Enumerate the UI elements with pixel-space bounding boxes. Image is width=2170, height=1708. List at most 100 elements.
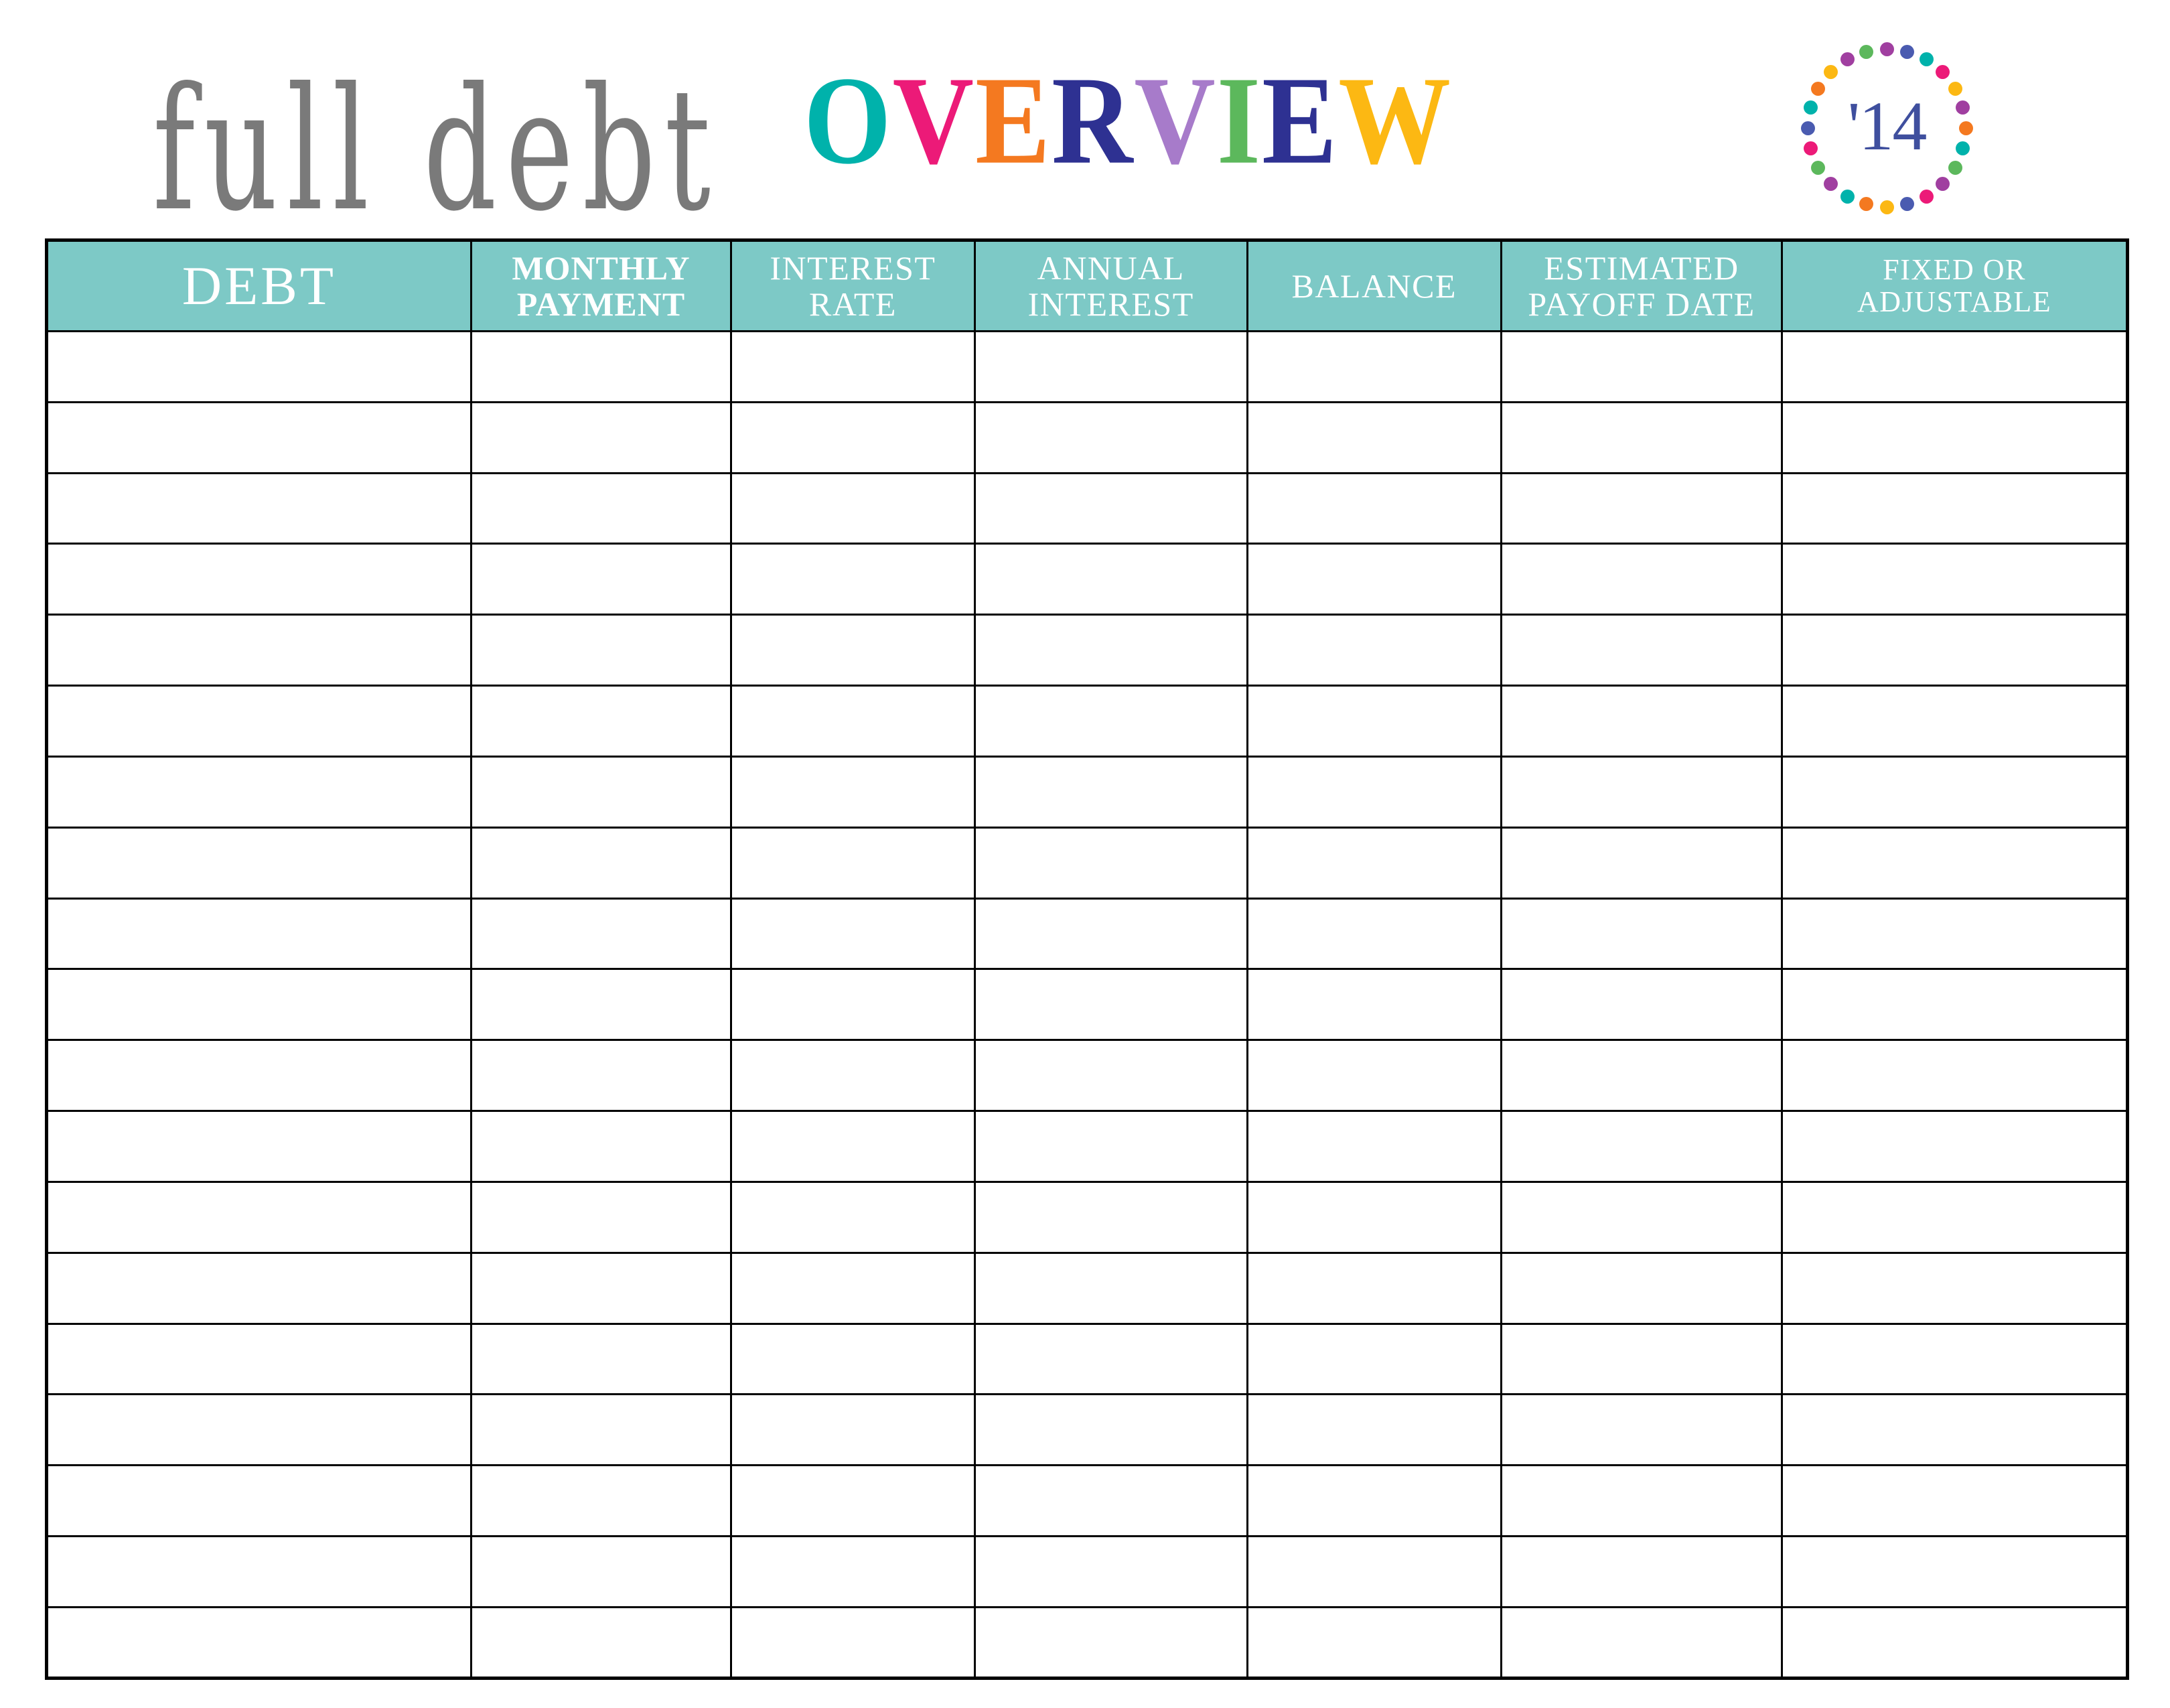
cell-annual[interactable] [973, 543, 1248, 616]
cell-monthly[interactable] [469, 614, 733, 687]
cell-balance[interactable] [1246, 1535, 1502, 1608]
cell-monthly[interactable] [469, 968, 733, 1042]
cell-annual[interactable] [973, 1535, 1248, 1608]
cell-rate[interactable] [730, 685, 976, 758]
cell-monthly[interactable] [469, 1180, 733, 1254]
cell-annual[interactable] [973, 1393, 1248, 1467]
cell-debt[interactable] [46, 1110, 472, 1183]
cell-payoff[interactable] [1500, 826, 1784, 900]
cell-debt[interactable] [46, 1606, 472, 1680]
cell-annual[interactable] [973, 330, 1248, 403]
cell-balance[interactable] [1246, 401, 1502, 474]
cell-annual[interactable] [973, 1251, 1248, 1325]
cell-balance[interactable] [1246, 968, 1502, 1042]
cell-payoff[interactable] [1500, 968, 1784, 1042]
cell-monthly[interactable] [469, 1606, 733, 1680]
cell-balance[interactable] [1246, 472, 1502, 545]
cell-rate[interactable] [730, 614, 976, 687]
cell-rate[interactable] [730, 1180, 976, 1254]
cell-balance[interactable] [1246, 614, 1502, 687]
cell-balance[interactable] [1246, 685, 1502, 758]
cell-annual[interactable] [973, 968, 1248, 1042]
cell-fixed[interactable] [1781, 1251, 2128, 1325]
cell-monthly[interactable] [469, 401, 733, 474]
cell-monthly[interactable] [469, 330, 733, 403]
cell-debt[interactable] [46, 614, 472, 687]
cell-balance[interactable] [1246, 1251, 1502, 1325]
cell-fixed[interactable] [1781, 1180, 2128, 1254]
cell-fixed[interactable] [1781, 826, 2128, 900]
cell-monthly[interactable] [469, 543, 733, 616]
cell-monthly[interactable] [469, 1464, 733, 1538]
cell-rate[interactable] [730, 401, 976, 474]
cell-annual[interactable] [973, 1606, 1248, 1680]
cell-debt[interactable] [46, 330, 472, 403]
cell-debt[interactable] [46, 755, 472, 829]
cell-payoff[interactable] [1500, 755, 1784, 829]
cell-debt[interactable] [46, 472, 472, 545]
cell-fixed[interactable] [1781, 614, 2128, 687]
cell-rate[interactable] [730, 1464, 976, 1538]
cell-balance[interactable] [1246, 543, 1502, 616]
cell-fixed[interactable] [1781, 1110, 2128, 1183]
cell-fixed[interactable] [1781, 1393, 2128, 1467]
cell-fixed[interactable] [1781, 1535, 2128, 1608]
cell-monthly[interactable] [469, 755, 733, 829]
cell-debt[interactable] [46, 1535, 472, 1608]
cell-debt[interactable] [46, 1251, 472, 1325]
cell-rate[interactable] [730, 1393, 976, 1467]
cell-debt[interactable] [46, 1039, 472, 1113]
cell-annual[interactable] [973, 401, 1248, 474]
cell-balance[interactable] [1246, 897, 1502, 971]
cell-rate[interactable] [730, 330, 976, 403]
cell-debt[interactable] [46, 543, 472, 616]
cell-rate[interactable] [730, 1251, 976, 1325]
cell-monthly[interactable] [469, 1110, 733, 1183]
cell-monthly[interactable] [469, 1322, 733, 1396]
cell-annual[interactable] [973, 1180, 1248, 1254]
cell-fixed[interactable] [1781, 755, 2128, 829]
cell-payoff[interactable] [1500, 543, 1784, 616]
cell-balance[interactable] [1246, 1322, 1502, 1396]
cell-balance[interactable] [1246, 1464, 1502, 1538]
cell-monthly[interactable] [469, 685, 733, 758]
cell-debt[interactable] [46, 897, 472, 971]
cell-rate[interactable] [730, 1322, 976, 1396]
cell-payoff[interactable] [1500, 472, 1784, 545]
cell-rate[interactable] [730, 1606, 976, 1680]
cell-payoff[interactable] [1500, 1322, 1784, 1396]
cell-rate[interactable] [730, 543, 976, 616]
cell-fixed[interactable] [1781, 968, 2128, 1042]
cell-payoff[interactable] [1500, 1180, 1784, 1254]
cell-monthly[interactable] [469, 826, 733, 900]
cell-balance[interactable] [1246, 1393, 1502, 1467]
cell-fixed[interactable] [1781, 685, 2128, 758]
cell-payoff[interactable] [1500, 897, 1784, 971]
cell-payoff[interactable] [1500, 1251, 1784, 1325]
cell-balance[interactable] [1246, 755, 1502, 829]
cell-monthly[interactable] [469, 472, 733, 545]
cell-balance[interactable] [1246, 1110, 1502, 1183]
cell-fixed[interactable] [1781, 897, 2128, 971]
cell-fixed[interactable] [1781, 1039, 2128, 1113]
cell-payoff[interactable] [1500, 330, 1784, 403]
cell-debt[interactable] [46, 1464, 472, 1538]
cell-rate[interactable] [730, 1535, 976, 1608]
cell-annual[interactable] [973, 897, 1248, 971]
cell-payoff[interactable] [1500, 1606, 1784, 1680]
cell-rate[interactable] [730, 968, 976, 1042]
cell-debt[interactable] [46, 1180, 472, 1254]
cell-annual[interactable] [973, 472, 1248, 545]
cell-payoff[interactable] [1500, 685, 1784, 758]
cell-payoff[interactable] [1500, 1393, 1784, 1467]
cell-balance[interactable] [1246, 1180, 1502, 1254]
cell-annual[interactable] [973, 1039, 1248, 1113]
cell-debt[interactable] [46, 1322, 472, 1396]
cell-annual[interactable] [973, 1464, 1248, 1538]
cell-debt[interactable] [46, 685, 472, 758]
cell-payoff[interactable] [1500, 401, 1784, 474]
cell-fixed[interactable] [1781, 401, 2128, 474]
cell-monthly[interactable] [469, 1039, 733, 1113]
cell-rate[interactable] [730, 1110, 976, 1183]
cell-fixed[interactable] [1781, 543, 2128, 616]
